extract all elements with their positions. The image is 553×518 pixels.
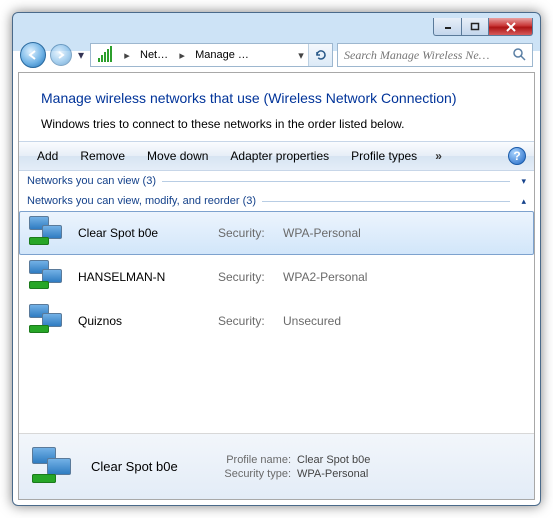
address-bar[interactable]: ▸ Net… ▸ Manage … ▾ <box>90 43 333 67</box>
minimize-button[interactable] <box>433 18 461 36</box>
help-icon[interactable]: ? <box>508 147 526 165</box>
header-area: Manage wireless networks that use (Wirel… <box>19 73 534 141</box>
add-button[interactable]: Add <box>27 146 68 166</box>
toolbar-overflow[interactable]: » <box>429 146 448 166</box>
search-box[interactable] <box>337 43 533 67</box>
details-pane: Clear Spot b0e Profile name: Clear Spot … <box>19 433 534 499</box>
security-label: Security: <box>218 270 273 284</box>
adapter-properties-button[interactable]: Adapter properties <box>220 146 339 166</box>
chevron-right-icon[interactable]: ▸ <box>175 44 189 66</box>
security-label: Security: <box>218 226 273 240</box>
network-list: Clear Spot b0e Security: WPA-Personal HA… <box>19 211 534 433</box>
details-name: Clear Spot b0e <box>91 459 201 474</box>
network-icon <box>28 259 68 295</box>
network-name: HANSELMAN-N <box>78 270 208 284</box>
group-networks-view[interactable]: Networks you can view (3) ▾ <box>19 171 534 191</box>
network-name: Clear Spot b0e <box>78 226 208 240</box>
network-icon <box>28 215 68 251</box>
details-kv: Profile name: Clear Spot b0e Security ty… <box>215 454 370 480</box>
security-value: WPA2-Personal <box>283 270 367 284</box>
network-icon <box>28 303 68 339</box>
signal-icon <box>91 44 120 66</box>
address-dropdown[interactable]: ▾ <box>294 44 308 66</box>
forward-button[interactable] <box>50 44 72 66</box>
network-item[interactable]: Quiznos Security: Unsecured <box>19 299 534 343</box>
search-input[interactable] <box>342 47 512 64</box>
chevron-right-icon[interactable]: ▸ <box>120 44 134 66</box>
security-label: Security: <box>218 314 273 328</box>
window-frame: ▾ ▸ Net… ▸ Manage … ▾ Manage wireless ne… <box>12 12 541 506</box>
chevron-down-icon: ▾ <box>516 176 526 187</box>
network-item[interactable]: Clear Spot b0e Security: WPA-Personal <box>19 211 534 255</box>
close-button[interactable] <box>489 18 533 36</box>
breadcrumb-manage[interactable]: Manage … <box>189 44 256 66</box>
remove-button[interactable]: Remove <box>70 146 135 166</box>
group-view-label: Networks you can view (3) <box>27 175 156 187</box>
titlebar <box>18 18 535 42</box>
group-modify-label: Networks you can view, modify, and reord… <box>27 195 256 207</box>
security-value: Unsecured <box>283 314 341 328</box>
page-subtitle: Windows tries to connect to these networ… <box>41 117 512 131</box>
breadcrumb-network[interactable]: Net… <box>134 44 175 66</box>
move-down-button[interactable]: Move down <box>137 146 218 166</box>
network-name: Quiznos <box>78 314 208 328</box>
nav-bar: ▾ ▸ Net… ▸ Manage … ▾ <box>18 42 535 72</box>
back-button[interactable] <box>20 42 46 68</box>
nav-history-dropdown[interactable]: ▾ <box>76 48 86 62</box>
content-pane: Manage wireless networks that use (Wirel… <box>18 72 535 500</box>
page-title: Manage wireless networks that use (Wirel… <box>41 89 512 107</box>
toolbar: Add Remove Move down Adapter properties … <box>19 141 534 171</box>
profile-name-value: Clear Spot b0e <box>297 454 370 466</box>
profile-name-label: Profile name: <box>215 454 297 466</box>
divider <box>162 181 510 182</box>
divider <box>262 201 510 202</box>
network-item[interactable]: HANSELMAN-N Security: WPA2-Personal <box>19 255 534 299</box>
profile-types-button[interactable]: Profile types <box>341 146 427 166</box>
refresh-button[interactable] <box>308 44 332 66</box>
security-value: WPA-Personal <box>283 226 361 240</box>
security-type-label: Security type: <box>215 468 297 480</box>
chevron-up-icon: ▴ <box>516 196 526 207</box>
security-type-value: WPA-Personal <box>297 468 368 480</box>
search-icon[interactable] <box>512 47 528 64</box>
network-icon <box>31 446 77 488</box>
maximize-button[interactable] <box>461 18 489 36</box>
group-networks-modify[interactable]: Networks you can view, modify, and reord… <box>19 191 534 211</box>
